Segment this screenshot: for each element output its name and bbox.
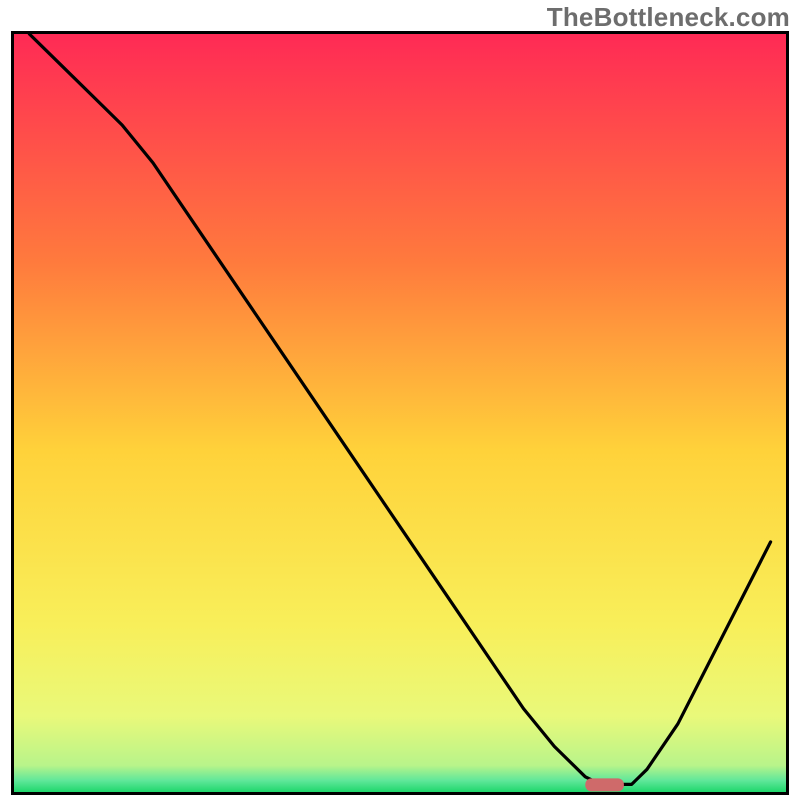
chart-container: TheBottleneck.com xyxy=(0,0,800,800)
bottleneck-chart xyxy=(0,0,800,800)
optimum-marker xyxy=(585,778,624,791)
gradient-background xyxy=(14,34,786,792)
